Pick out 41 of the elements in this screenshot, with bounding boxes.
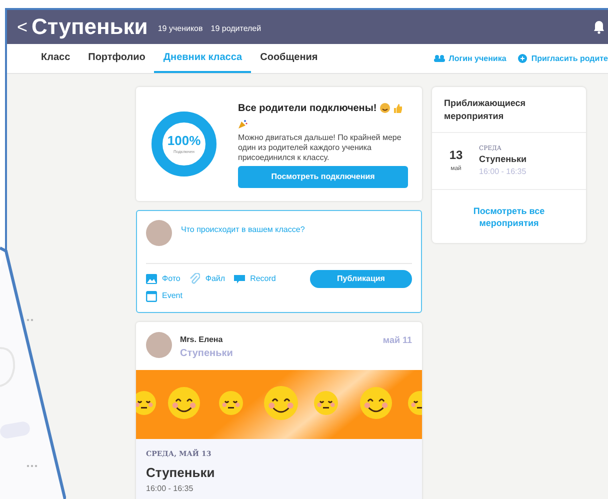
party-popper-icon [238, 118, 248, 128]
calendar-icon [146, 290, 157, 302]
nav-tab[interactable]: Дневник класса [154, 44, 252, 73]
event-day: 13 [449, 148, 463, 160]
avatar [146, 220, 172, 246]
smiling-face-icon [380, 103, 390, 113]
nav-tab[interactable]: Портфолио [79, 44, 154, 73]
event-title: Ступеньки [146, 464, 216, 482]
avatar [146, 332, 172, 358]
author-name: Mrs. Елена [180, 334, 224, 346]
thumbs-up-icon [392, 103, 403, 113]
view-all-events-link[interactable]: Посмотреть все мероприятия [432, 190, 586, 243]
connections-title: Все родители подключены! [238, 102, 377, 116]
attach-button[interactable]: Фото [146, 273, 180, 285]
event-time: 16:00 - 16:35 [146, 483, 194, 495]
attach-button[interactable]: Event [146, 290, 182, 302]
events-title: Приближающиеся мероприятия [444, 96, 527, 122]
nav-link[interactable]: Пригласить родите [518, 52, 608, 64]
attach-button[interactable]: Файл [189, 273, 226, 285]
attach-button[interactable]: Record [234, 273, 276, 285]
event-time: 16:00 - 16:35 [479, 166, 527, 178]
parent-count: 19 родителей [210, 23, 262, 35]
event-name: Ступеньки [479, 152, 527, 166]
back-button[interactable]: < [17, 18, 28, 36]
nav-tab[interactable]: Класс [32, 44, 80, 73]
connections-description: Можно двигаться дальше! По крайней мере один из родителей каждого ученика присоединился к классу. [238, 132, 402, 162]
post-date: май 11 [382, 334, 412, 347]
class-name: Ступеньки [180, 347, 233, 361]
image-icon [146, 274, 157, 284]
plus-circle-icon [518, 54, 528, 63]
video-message-icon [234, 274, 246, 284]
nav-link[interactable]: Логин ученика [434, 52, 506, 64]
publish-button[interactable]: Публикация [310, 270, 412, 288]
people-icon [434, 55, 445, 62]
nav-tab[interactable]: Сообщения [251, 44, 327, 73]
view-connections-button[interactable]: Посмотреть подключения [238, 166, 408, 188]
student-count: 19 учеников [158, 23, 203, 35]
class-title: Ступеньки [32, 16, 148, 38]
bell-icon[interactable] [594, 20, 604, 34]
post-input[interactable]: Что происходит в вашем классе? [181, 224, 412, 236]
paperclip-icon [189, 273, 200, 285]
